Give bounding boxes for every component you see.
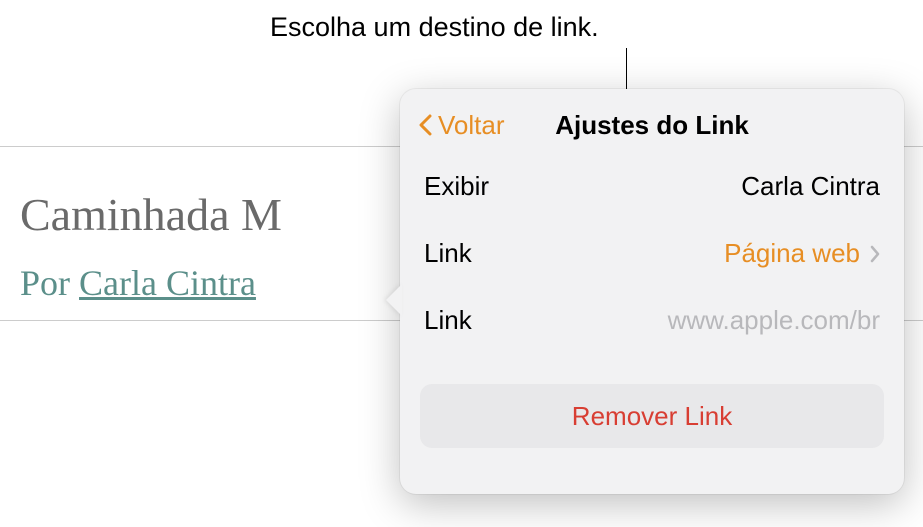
document-author-line: Por Carla Cintra	[20, 262, 256, 304]
back-button[interactable]: Voltar	[418, 110, 505, 141]
link-type-row[interactable]: Link Página web	[400, 220, 904, 287]
popover-pointer	[386, 284, 402, 316]
display-value: Carla Cintra	[741, 171, 880, 202]
popover-header: Voltar Ajustes do Link	[400, 97, 904, 153]
author-link[interactable]: Carla Cintra	[79, 263, 256, 303]
link-type-value: Página web	[724, 238, 860, 269]
back-label: Voltar	[438, 110, 505, 141]
link-url-placeholder: www.apple.com/br	[668, 305, 880, 336]
remove-link-button[interactable]: Remover Link	[420, 384, 884, 448]
chevron-right-icon	[870, 245, 880, 263]
link-settings-popover: Voltar Ajustes do Link Exibir Carla Cint…	[400, 89, 904, 494]
remove-link-label: Remover Link	[572, 401, 732, 432]
display-row[interactable]: Exibir Carla Cintra	[400, 153, 904, 220]
link-type-label: Link	[424, 238, 472, 269]
chevron-left-icon	[418, 114, 432, 136]
author-prefix: Por	[20, 263, 79, 303]
display-label: Exibir	[424, 171, 489, 202]
link-url-label: Link	[424, 305, 472, 336]
popover-title: Ajustes do Link	[555, 110, 749, 141]
instruction-caption: Escolha um destino de link.	[270, 12, 599, 43]
link-url-row[interactable]: Link www.apple.com/br	[400, 287, 904, 354]
document-title: Caminhada M	[20, 188, 282, 241]
link-type-value-group: Página web	[724, 238, 880, 269]
